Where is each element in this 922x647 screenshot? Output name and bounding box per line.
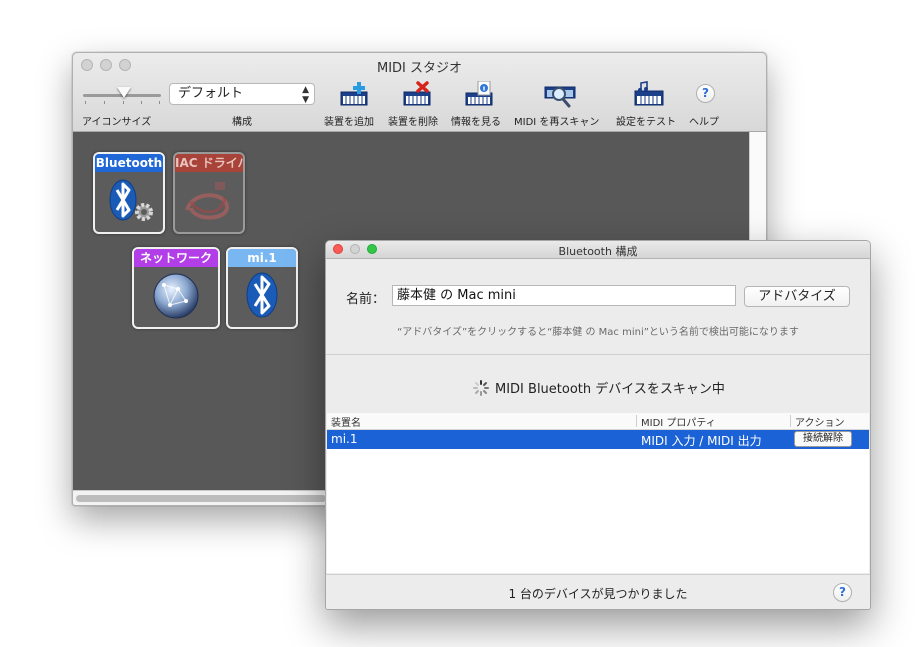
test-setup-label: 設定をテスト — [616, 117, 676, 128]
add-keyboard-icon — [340, 82, 368, 106]
divider — [326, 354, 870, 355]
help-button[interactable]: ? — [833, 583, 852, 602]
device-bluetooth[interactable]: Bluetooth — [93, 152, 165, 234]
device-mi1[interactable]: mi.1 — [226, 247, 298, 329]
add-device-button[interactable] — [337, 81, 371, 111]
window-title: MIDI スタジオ — [376, 61, 463, 76]
help-button[interactable]: ? — [696, 84, 715, 103]
bluetooth-gear-icon — [109, 179, 153, 221]
info-keyboard-icon — [465, 81, 493, 106]
updown-arrows-icon: ▲ ▼ — [302, 85, 309, 105]
network-globe-icon — [153, 273, 199, 319]
device-table: 装置名 MIDI プロパティ アクション mi.1 MIDI 入力 / MIDI… — [327, 413, 869, 573]
test-setup-button[interactable] — [632, 81, 666, 111]
advertise-button[interactable]: アドバタイズ — [744, 286, 850, 307]
remove-device-button[interactable] — [400, 81, 434, 111]
spinner-icon — [473, 380, 489, 396]
help-label: ヘルプ — [689, 117, 719, 128]
window-title: Bluetooth 構成 — [558, 245, 638, 258]
device-iac-driver[interactable]: IAC ドライバ — [173, 152, 245, 234]
col-action[interactable]: アクション — [795, 414, 845, 429]
name-label: 名前： — [346, 292, 386, 307]
rescan-midi-button[interactable] — [543, 81, 577, 111]
bt-titlebar: Bluetooth 構成 — [326, 241, 870, 259]
bluetooth-config-window: Bluetooth 構成 名前： 藤本健 の Mac mini アドバタイズ “… — [325, 240, 871, 610]
scrollbar-thumb[interactable] — [76, 495, 326, 502]
device-name: ネットワーク — [134, 249, 218, 267]
col-midi-properties[interactable]: MIDI プロパティ — [641, 414, 716, 429]
table-header: 装置名 MIDI プロパティ アクション — [327, 413, 869, 430]
devices-found-status: 1 台のデバイスが見つかりました — [508, 587, 688, 601]
disconnect-button[interactable]: 接続解除 — [794, 431, 852, 447]
icon-size-label: アイコンサイズ — [82, 117, 152, 128]
device-name: Bluetooth — [95, 154, 163, 172]
main-toolbar: MIDI スタジオ アイコンサイズ デフォルト ▲ ▼ 構成 装置を追加 装置を… — [73, 53, 766, 132]
scan-status: MIDI Bluetooth デバイスをスキャン中 — [473, 378, 725, 397]
icon-size-slider[interactable] — [83, 87, 161, 104]
device-name: mi.1 — [228, 249, 296, 267]
table-row[interactable]: mi.1 MIDI 入力 / MIDI 出力 接続解除 — [327, 430, 869, 449]
rescan-midi-label: MIDI を再スキャン — [514, 117, 600, 128]
show-info-button[interactable] — [462, 81, 496, 111]
config-select[interactable]: デフォルト ▲ ▼ — [169, 83, 315, 105]
midi-cable-icon — [185, 182, 229, 220]
advertise-hint: “アドバタイズ”をクリックすると“藤本健 の Mac mini”という名前で検出… — [397, 327, 799, 338]
device-name: IAC ドライバ — [175, 154, 243, 172]
add-device-label: 装置を追加 — [324, 117, 374, 128]
config-label: 構成 — [232, 117, 252, 128]
device-network[interactable]: ネットワーク — [132, 247, 220, 329]
scan-status-text: MIDI Bluetooth デバイスをスキャン中 — [495, 382, 725, 397]
slider-knob[interactable] — [117, 87, 131, 98]
test-keyboard-icon — [634, 81, 664, 106]
device-name-field[interactable]: 藤本健 の Mac mini — [392, 285, 736, 306]
config-select-value: デフォルト — [178, 86, 244, 101]
bt-footer: 1 台のデバイスが見つかりました ? — [326, 574, 870, 609]
rescan-magnifier-icon — [544, 86, 576, 108]
row-device-name: mi.1 — [331, 432, 358, 446]
col-device-name[interactable]: 装置名 — [331, 414, 361, 429]
row-midi-properties: MIDI 入力 / MIDI 出力 — [641, 434, 762, 448]
remove-keyboard-icon — [403, 81, 431, 106]
bluetooth-icon — [246, 272, 278, 318]
show-info-label: 情報を見る — [451, 117, 501, 128]
remove-device-label: 装置を削除 — [388, 117, 438, 128]
